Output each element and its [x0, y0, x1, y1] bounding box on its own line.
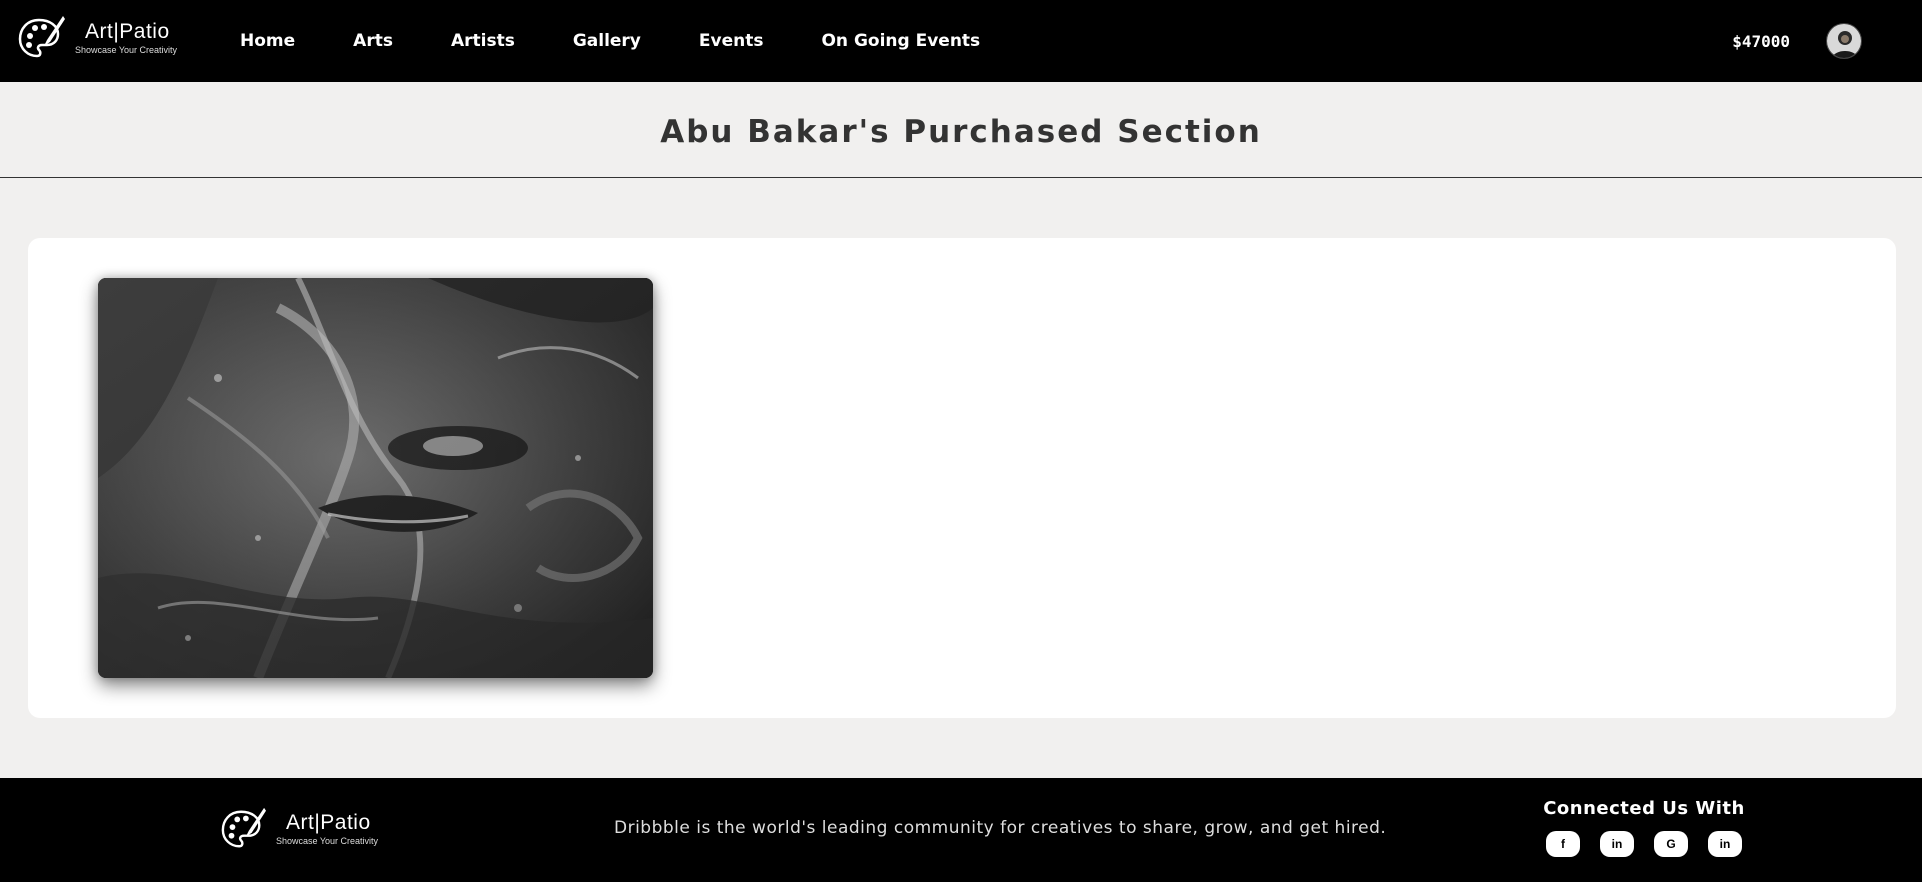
facebook-icon[interactable]: f [1546, 831, 1580, 857]
nav-home[interactable]: Home [240, 31, 295, 51]
footer-brand[interactable]: Art|Patio Showcase Your Creativity [220, 806, 378, 852]
nav-events[interactable]: Events [699, 31, 764, 51]
nav-arts[interactable]: Arts [353, 31, 393, 51]
google-icon[interactable]: G [1654, 831, 1688, 857]
footer-description: Dribbble is the world's leading communit… [614, 818, 1387, 838]
footer-brand-text: Art|Patio Showcase Your Creativity [276, 812, 378, 846]
nav-artists[interactable]: Artists [451, 31, 515, 51]
user-avatar-icon[interactable] [1826, 23, 1862, 59]
main-nav: Home Arts Artists Gallery Events On Goin… [240, 0, 1038, 82]
wallet-balance: $47000 [1732, 31, 1790, 51]
purchased-artwork[interactable] [98, 278, 653, 678]
linkedin-icon[interactable]: in [1600, 831, 1634, 857]
title-band: Abu Bakar's Purchased Section [0, 82, 1922, 178]
footer-brand-name: Art|Patio [286, 811, 371, 834]
footer-brand-tagline: Showcase Your Creativity [276, 836, 379, 846]
social-connect: Connected Us With f in G in [1540, 798, 1748, 857]
linkedin-icon-2[interactable]: in [1708, 831, 1742, 857]
charcoal-portrait-icon [98, 278, 653, 678]
social-links: f in G in [1540, 831, 1748, 857]
nav-gallery[interactable]: Gallery [573, 31, 641, 51]
page-title: Abu Bakar's Purchased Section [660, 113, 1262, 150]
palette-logo-icon [18, 16, 65, 58]
footer: Art|Patio Showcase Your Creativity Dribb… [0, 778, 1922, 882]
brand-logo-link[interactable]: Art|Patio Showcase Your Creativity [17, 14, 177, 62]
brand-text: Art|Patio Showcase Your Creativity [75, 21, 177, 55]
connect-title: Connected Us With [1543, 798, 1745, 819]
top-navbar: Art|Patio Showcase Your Creativity Home … [0, 0, 1922, 82]
nav-ongoing-events[interactable]: On Going Events [821, 31, 980, 51]
avatar-image [1827, 24, 1861, 58]
brand-name: Art|Patio [85, 20, 170, 43]
brand-tagline: Showcase Your Creativity [75, 45, 178, 55]
palette-logo-icon [221, 807, 266, 848]
purchased-items-card [28, 238, 1896, 718]
